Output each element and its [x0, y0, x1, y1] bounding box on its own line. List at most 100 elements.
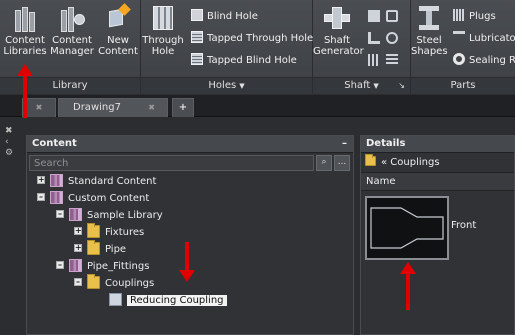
- add-tab-icon: +: [178, 102, 188, 113]
- view-label: Front: [451, 220, 477, 231]
- more-options-button[interactable]: ...: [334, 155, 350, 171]
- tree-item-label: Fixtures: [105, 227, 145, 238]
- details-panel-header: Details: [361, 136, 514, 153]
- tree-item-custom-content[interactable]: – Custom Content: [37, 190, 149, 207]
- content-panel-title: Content: [32, 138, 77, 149]
- minimize-icon[interactable]: –: [342, 136, 347, 152]
- shaft-generator-icon: [324, 4, 350, 32]
- collapse-icon[interactable]: –: [56, 261, 64, 269]
- shaft-group-label: Shaft: [344, 80, 371, 91]
- blind-hole-button[interactable]: Blind Hole: [191, 8, 258, 25]
- close-icon[interactable]: ✖: [148, 99, 155, 116]
- tree-item-reducing-coupling[interactable]: Reducing Coupling: [109, 292, 227, 309]
- collapse-icon[interactable]: –: [37, 193, 45, 201]
- parts-group: Steel Shapes Plugs Lubricator Sealing Ri…: [411, 0, 515, 94]
- tree-item-standard-content[interactable]: + Standard Content: [37, 173, 157, 190]
- front-view-thumbnail[interactable]: [365, 196, 449, 260]
- new-content-label-2: Content: [98, 46, 138, 57]
- i-beam-icon: [416, 4, 442, 32]
- shaft-generator-button[interactable]: Shaft Generator: [313, 4, 364, 57]
- shaft-generator-label-1: Shaft: [323, 35, 351, 46]
- search-input[interactable]: [29, 155, 314, 171]
- annotation-arrow-up-libraries: [17, 64, 33, 118]
- details-panel-title: Details: [366, 138, 406, 149]
- plugs-button[interactable]: Plugs: [453, 8, 496, 25]
- tree-item-label: Standard Content: [68, 176, 157, 187]
- collapse-icon[interactable]: –: [74, 278, 82, 286]
- start-tab[interactable]: ✖: [22, 98, 56, 117]
- spline-icon: [368, 54, 380, 66]
- steel-shapes-button[interactable]: Steel Shapes: [411, 4, 448, 57]
- library-icon: [69, 207, 82, 221]
- close-icon[interactable]: ✖: [5, 126, 18, 137]
- through-hole-button[interactable]: Through Hole: [141, 4, 185, 57]
- holes-group-label: Holes: [208, 80, 237, 91]
- tree-item-label: Pipe_Fittings: [87, 261, 150, 272]
- library-group-title: Library: [0, 77, 140, 94]
- new-content-button[interactable]: New Content: [96, 3, 140, 57]
- part-icon: [109, 292, 122, 306]
- tapped-blind-hole-button[interactable]: Tapped Blind Hole: [191, 52, 297, 69]
- shaft-group: Shaft Generator Shaft ▼ ↘: [313, 0, 411, 94]
- shaft-tool-4[interactable]: [386, 31, 402, 48]
- search-button[interactable]: ⌕: [316, 155, 332, 171]
- shaft-tool-3[interactable]: [368, 31, 384, 48]
- new-tab-button[interactable]: +: [172, 98, 194, 117]
- through-hole-label-2: Hole: [151, 46, 175, 57]
- sealing-rings-button[interactable]: Sealing Ri: [453, 52, 515, 69]
- plugs-label: Plugs: [469, 11, 496, 22]
- shaft-tool-6[interactable]: [386, 53, 402, 70]
- tab-drawing7-label: Drawing7: [73, 102, 121, 113]
- parts-group-title: Parts: [411, 77, 515, 94]
- chevron-left-icon[interactable]: ‹: [5, 137, 18, 148]
- lubricator-button[interactable]: Lubricator: [453, 30, 515, 47]
- details-breadcrumb[interactable]: « Couplings: [361, 153, 514, 173]
- holes-group-title[interactable]: Holes ▼: [141, 77, 312, 94]
- chevron-down-icon: ▼: [239, 82, 245, 90]
- expand-icon[interactable]: +: [74, 227, 82, 235]
- tree-item-pipe[interactable]: + Pipe: [74, 239, 126, 258]
- tree-item-fixtures[interactable]: + Fixtures: [74, 222, 145, 241]
- shaft-tool-5[interactable]: [368, 53, 384, 70]
- bracket-icon: [368, 32, 380, 44]
- library-icon: [50, 190, 63, 204]
- tree-item-label: Sample Library: [87, 210, 163, 221]
- shaft-tool-2[interactable]: [386, 9, 402, 26]
- shaft-group-title[interactable]: Shaft ▼ ↘: [313, 77, 410, 94]
- content-libraries-icon: [12, 4, 38, 32]
- plug-icon: [453, 9, 465, 21]
- tapped-blind-hole-icon: [191, 53, 203, 65]
- content-libraries-button[interactable]: Content Libraries: [2, 4, 48, 57]
- search-icon: ⌕: [321, 157, 327, 167]
- collapse-icon[interactable]: –: [56, 210, 64, 218]
- library-icon: [50, 173, 63, 187]
- lubricator-label: Lubricator: [469, 33, 515, 44]
- search-row: ⌕ ...: [27, 155, 353, 173]
- gear-icon[interactable]: ⚙: [5, 148, 18, 159]
- dialog-launcher-icon[interactable]: ↘: [398, 78, 405, 94]
- name-column-header[interactable]: Name: [361, 173, 514, 191]
- folder-icon: [87, 273, 100, 289]
- details-panel: Details « Couplings Name Front: [360, 135, 515, 335]
- close-icon[interactable]: ✖: [36, 103, 43, 112]
- content-tree: + Standard Content – Custom Content – Sampl…: [27, 173, 353, 332]
- annotation-arrow-down-coupling: [179, 242, 195, 282]
- tapped-through-hole-button[interactable]: Tapped Through Hole: [191, 30, 313, 47]
- bearing-icon: [386, 10, 398, 22]
- breadcrumb-label: « Couplings: [381, 157, 440, 168]
- palette-side-strip: ✖ ‹ ⚙: [0, 118, 18, 335]
- chevron-down-icon: ▼: [373, 82, 379, 90]
- new-content-label-1: New: [107, 35, 129, 46]
- sealing-rings-label: Sealing Ri: [469, 55, 515, 66]
- content-manager-button[interactable]: Content Manager: [49, 4, 95, 57]
- expand-icon[interactable]: +: [37, 176, 45, 184]
- steel-shapes-label-1: Steel: [416, 35, 442, 46]
- expand-icon[interactable]: +: [74, 244, 82, 252]
- tree-item-couplings[interactable]: – Couplings: [74, 273, 154, 292]
- holes-group: Through Hole Blind Hole Tapped Through H…: [141, 0, 313, 94]
- shaft-tool-1[interactable]: [368, 9, 384, 26]
- tree-item-pipe-fittings[interactable]: – Pipe_Fittings: [56, 258, 150, 275]
- content-manager-label-2: Manager: [50, 46, 94, 57]
- tab-drawing7[interactable]: Drawing7 ✖: [58, 98, 168, 117]
- tree-item-sample-library[interactable]: – Sample Library: [56, 207, 163, 224]
